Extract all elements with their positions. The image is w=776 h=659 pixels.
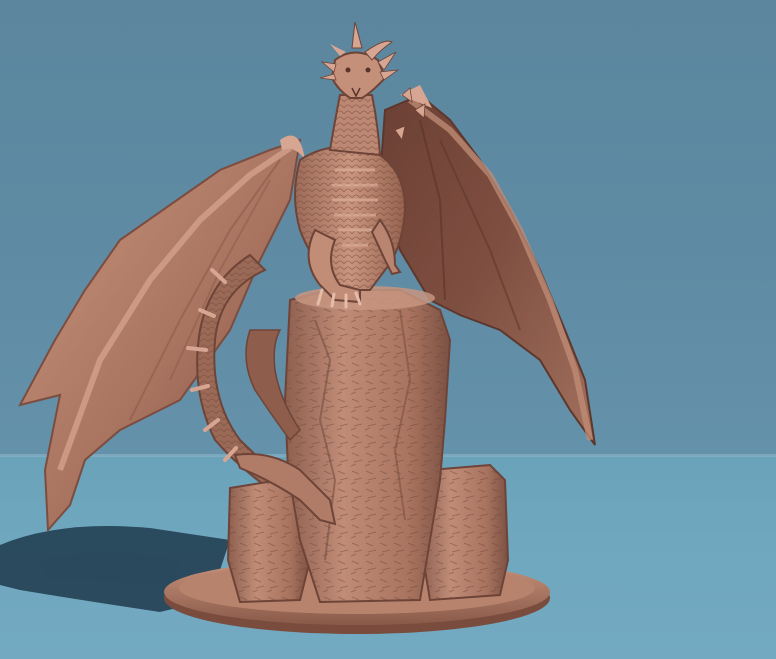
dragon-model-render (0, 21, 596, 634)
dragon-neck (328, 94, 382, 157)
dragon-head (319, 21, 400, 99)
render-viewport (0, 0, 776, 659)
